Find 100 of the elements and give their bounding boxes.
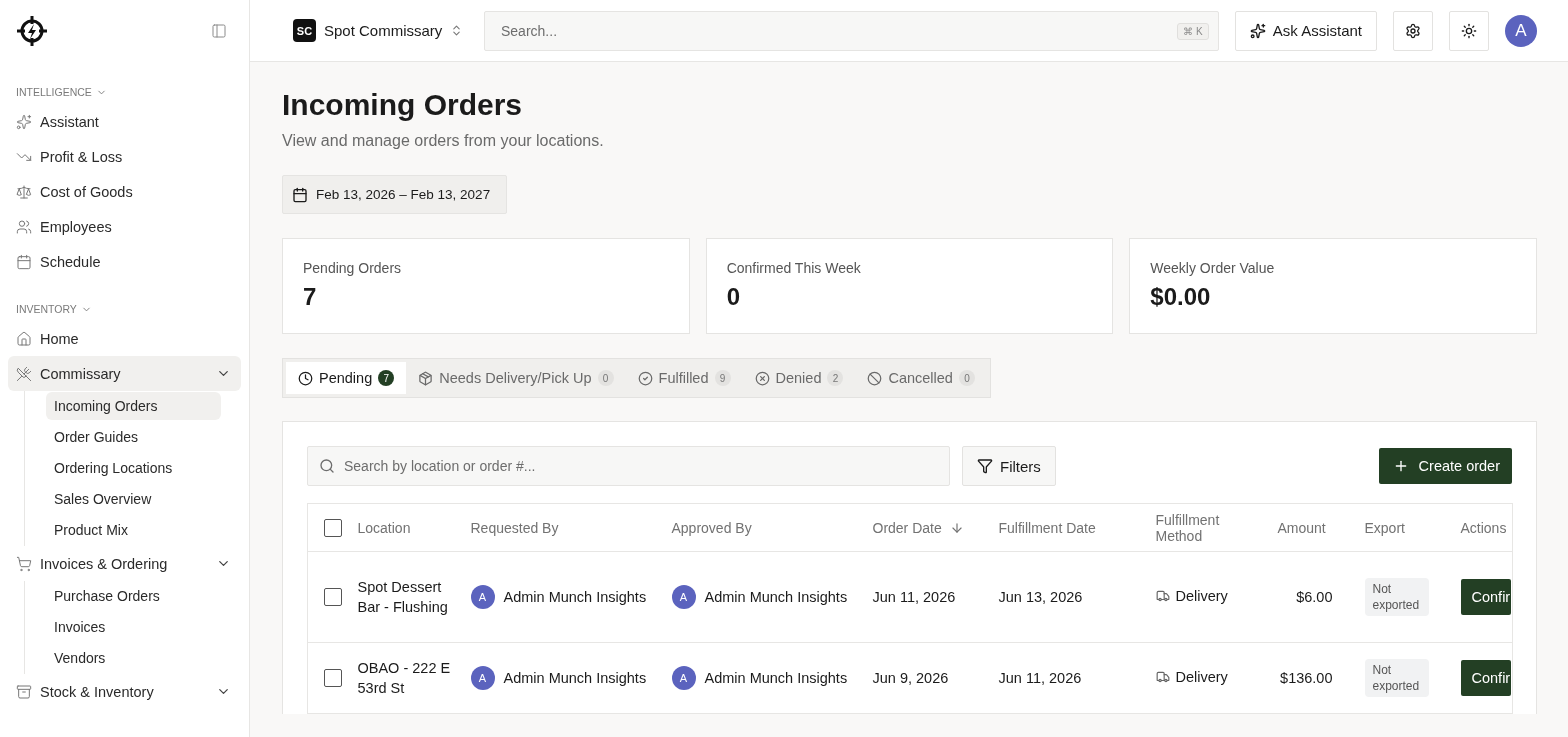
section-header[interactable]: INVENTORY [8,303,241,315]
org-name: Spot Commissary [324,22,443,39]
sidebar-subitem[interactable]: Incoming Orders [46,392,221,420]
count-badge: 0 [958,370,975,386]
logo-icon [16,15,48,47]
sort-arrow-icon [949,520,964,535]
truck-icon [1155,589,1170,603]
sidebar-item[interactable]: Home [8,321,241,356]
user-avatar[interactable]: A [1505,14,1537,47]
sidebar-item[interactable]: Cost of Goods [8,174,241,209]
column-header[interactable]: Actions [1460,503,1513,552]
stat-label: Confirmed This Week [726,260,862,276]
column-header[interactable]: Amount [1277,503,1365,552]
table-cell: Spot Dessert Bar - Flushing [357,551,471,643]
stat-value: 7 [303,283,318,311]
stat-label: Pending Orders [303,260,403,276]
person-name: Admin Munch Insights [704,669,848,688]
method-text: Delivery [1175,587,1228,606]
sidebar-item[interactable]: Assistant [8,104,241,139]
export-status-tag: Not exported [1364,659,1429,697]
column-header[interactable]: Fulfillment Method [1155,503,1278,552]
user-avatar: A [671,666,696,690]
calendar-icon [292,186,308,203]
house-icon [16,330,32,347]
count-badge: 0 [597,370,614,386]
person-name: Admin Munch Insights [503,588,647,607]
x-circle-icon [754,370,770,386]
sidebar-item[interactable]: Schedule [8,244,241,279]
sidebar-subitem[interactable]: Sales Overview [46,485,221,513]
filters-button[interactable]: Filters [962,446,1056,486]
count-badge: 7 [378,370,395,386]
truck-icon [1155,670,1170,684]
status-tab[interactable]: Needs Delivery/Pick Up 0 [406,362,626,394]
column-header[interactable]: Export [1364,503,1461,552]
user-avatar: A [470,666,495,690]
status-tab[interactable]: Denied 2 [742,362,856,394]
sidebar-item[interactable]: Employees [8,209,241,244]
status-tab[interactable]: Cancelled 0 [855,362,987,394]
sidebar-subitem[interactable]: Product Mix [46,516,221,544]
stat-label: Weekly Order Value [1150,260,1276,276]
person-name: Admin Munch Insights [503,669,647,688]
package-icon [418,370,434,386]
person-name: Admin Munch Insights [704,588,848,607]
checkbox[interactable] [324,588,342,606]
column-header[interactable]: Requested By [470,503,672,552]
org-switcher[interactable]: SC Spot Commissary [293,19,468,42]
table-cell: OBAO - 222 E 53rd St [357,642,471,714]
sidebar-subitem[interactable]: Purchase Orders [46,582,221,610]
org-badge: SC [293,19,316,42]
page-title: Incoming Orders [282,88,524,122]
check-circle-icon [637,370,653,386]
sidebar-item[interactable]: Stock & Inventory [8,674,241,709]
scale-icon [16,183,32,200]
column-header[interactable]: Location [357,503,471,552]
status-tab[interactable]: Pending 7 [286,362,407,394]
ask-assistant-button[interactable]: Ask Assistant [1234,10,1377,51]
sun-icon [1461,22,1477,39]
date-range-button[interactable]: Feb 13, 2026 – Feb 13, 2027 [282,175,508,214]
sidebar-item[interactable]: Profit & Loss [8,139,241,174]
ban-icon [867,370,883,386]
order-search-field[interactable]: Search by location or order #... [307,446,950,486]
table-cell: $136.00 [1277,642,1365,714]
checkbox[interactable] [324,669,342,687]
table-cell: Jun 13, 2026 [998,551,1156,643]
count-badge: 2 [827,370,844,386]
utensils-icon [16,365,32,382]
sidebar-toggle-icon[interactable] [211,23,227,39]
stat-value: $0.00 [1150,283,1212,311]
confirm-button[interactable]: Confir [1460,579,1512,615]
sparkles-icon [1249,22,1266,39]
create-order-button[interactable]: Create order [1378,448,1512,484]
clock-icon [298,370,313,386]
archive-icon [16,683,32,700]
column-header[interactable]: Fulfillment Date [998,503,1156,552]
export-status-tag: Not exported [1364,578,1429,616]
status-tab[interactable]: Fulfilled 9 [625,362,743,394]
checkbox[interactable] [324,518,342,537]
stat-value: 0 [726,283,741,311]
sidebar-item[interactable]: Commissary [8,356,241,391]
method-text: Delivery [1175,668,1228,687]
sidebar-item[interactable]: Invoices & Ordering [8,546,241,581]
sidebar-subitem[interactable]: Order Guides [46,423,221,451]
settings-button[interactable] [1393,10,1433,51]
sidebar-subitem[interactable]: Ordering Locations [46,454,221,482]
user-avatar: A [470,585,495,609]
confirm-button[interactable]: Confir [1460,660,1512,696]
table-cell: $6.00 [1277,551,1365,643]
column-header[interactable]: Order Date [872,503,999,552]
user-avatar: A [671,585,696,609]
calendar-icon [16,253,32,270]
search-icon [319,458,335,474]
column-header[interactable]: Approved By [671,503,873,552]
sidebar-subitem[interactable]: Invoices [46,613,221,641]
section-header[interactable]: INTELLIGENCE [8,86,241,98]
people-icon [16,218,32,235]
theme-toggle-button[interactable] [1449,10,1489,51]
table-cell: Jun 11, 2026 [872,551,999,643]
filter-icon [977,458,993,474]
table-cell: Jun 9, 2026 [872,642,999,714]
sidebar-subitem[interactable]: Vendors [46,644,221,672]
